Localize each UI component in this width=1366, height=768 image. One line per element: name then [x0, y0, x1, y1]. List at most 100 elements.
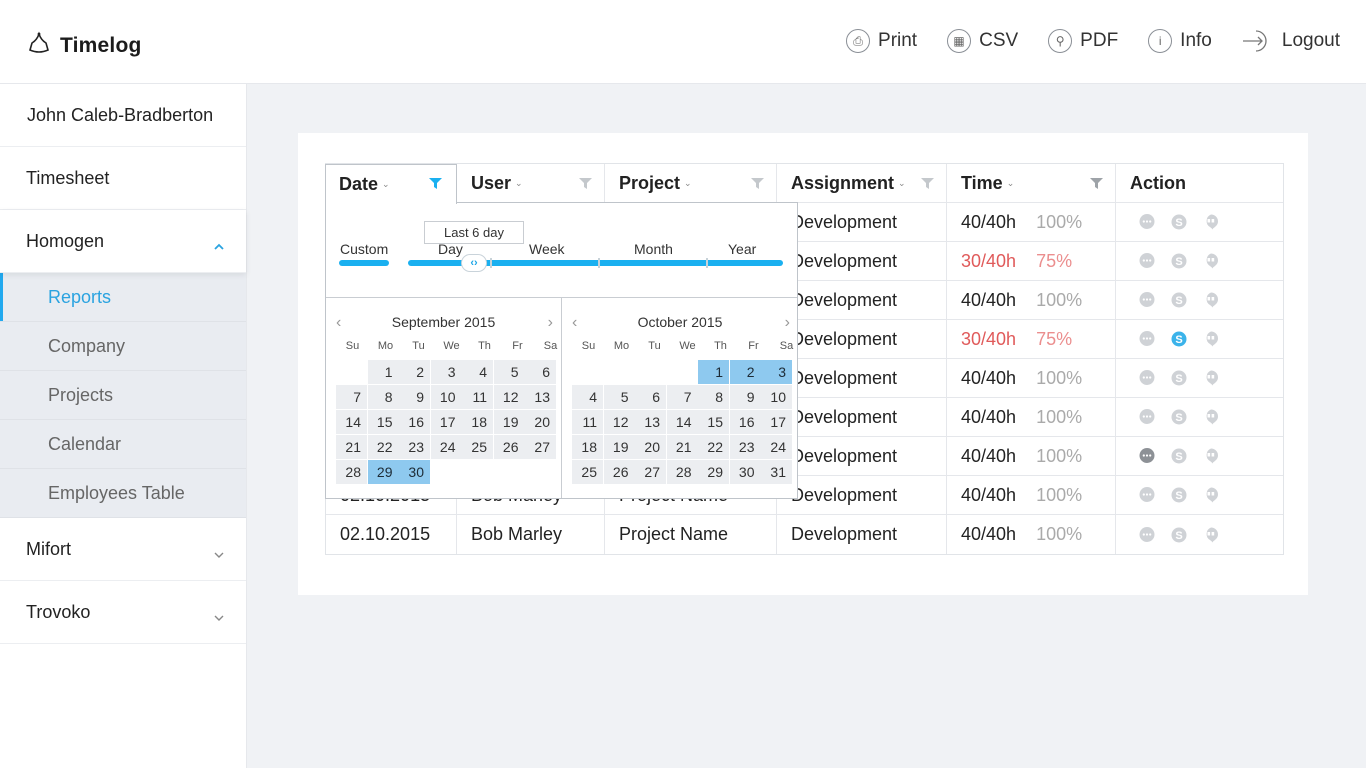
hangouts-icon[interactable]	[1202, 408, 1220, 426]
range-label-day[interactable]: Day	[438, 241, 463, 257]
hangouts-icon[interactable]	[1202, 291, 1220, 309]
calendar-day[interactable]: 23	[399, 435, 430, 459]
calendar-day[interactable]: 27	[635, 460, 666, 484]
calendar-day[interactable]: 1	[367, 360, 399, 384]
chat-icon[interactable]	[1138, 486, 1156, 504]
skype-icon[interactable]: S	[1170, 486, 1188, 504]
calendar-day[interactable]: 20	[525, 410, 556, 434]
column-header-assignment[interactable]: Assignment ⌄	[777, 164, 947, 202]
calendar-day[interactable]: 18	[572, 435, 603, 459]
skype-icon[interactable]: S	[1170, 213, 1188, 231]
calendar-day[interactable]: 13	[525, 385, 556, 409]
chat-icon[interactable]	[1138, 213, 1156, 231]
calendar-day[interactable]: 7	[666, 385, 698, 409]
calendar-day[interactable]: 20	[635, 435, 666, 459]
hangouts-icon[interactable]	[1202, 330, 1220, 348]
hangouts-icon[interactable]	[1202, 213, 1220, 231]
calendar-day[interactable]: 6	[525, 360, 556, 384]
next-month-icon[interactable]: ›	[548, 314, 553, 332]
calendar-day[interactable]: 11	[572, 410, 603, 434]
hangouts-icon[interactable]	[1202, 369, 1220, 387]
sidebar-item-mifort[interactable]: Mifort	[0, 518, 246, 581]
sidebar-item-company[interactable]: Company	[0, 322, 246, 371]
calendar-day[interactable]: 10	[430, 385, 462, 409]
calendar-day[interactable]: 2	[729, 360, 761, 384]
calendar-day[interactable]: 27	[525, 435, 556, 459]
calendar-day[interactable]: 16	[729, 410, 761, 434]
calendar-day[interactable]: 21	[666, 435, 698, 459]
chat-icon[interactable]	[1138, 330, 1156, 348]
hangouts-icon[interactable]	[1202, 486, 1220, 504]
calendar-day[interactable]: 15	[367, 410, 399, 434]
calendar-day[interactable]: 1	[698, 360, 729, 384]
chat-icon[interactable]	[1138, 252, 1156, 270]
sidebar-item-homogen[interactable]: Homogen	[0, 210, 246, 273]
range-label-custom[interactable]: Custom	[340, 241, 388, 257]
chat-icon[interactable]	[1138, 369, 1156, 387]
range-label-year[interactable]: Year	[728, 241, 756, 257]
calendar-day[interactable]: 4	[572, 385, 603, 409]
sidebar-item-projects[interactable]: Projects	[0, 371, 246, 420]
sidebar-user-name[interactable]: John Caleb-Bradberton	[0, 84, 246, 147]
filter-icon[interactable]	[751, 177, 764, 190]
chat-icon[interactable]	[1138, 408, 1156, 426]
calendar-day[interactable]: 4	[462, 360, 493, 384]
calendar-day[interactable]: 5	[493, 360, 525, 384]
calendar-day[interactable]: 22	[698, 435, 729, 459]
info-button[interactable]: i Info	[1148, 28, 1212, 54]
calendar-day[interactable]: 22	[367, 435, 399, 459]
calendar-day[interactable]: 12	[493, 385, 525, 409]
calendar-day[interactable]: 11	[462, 385, 493, 409]
calendar-day[interactable]: 15	[698, 410, 729, 434]
skype-icon[interactable]: S	[1170, 330, 1188, 348]
calendar-day[interactable]: 29	[698, 460, 729, 484]
slider-handle[interactable]: ‹›	[461, 254, 487, 272]
column-header-date-active[interactable]: Date ⌄	[325, 164, 457, 204]
calendar-day[interactable]: 9	[729, 385, 761, 409]
calendar-day[interactable]: 10	[761, 385, 792, 409]
chat-icon[interactable]	[1138, 291, 1156, 309]
calendar-day[interactable]: 17	[761, 410, 792, 434]
sidebar-item-calendar[interactable]: Calendar	[0, 420, 246, 469]
calendar-day[interactable]: 7	[336, 385, 367, 409]
calendar-day[interactable]: 2	[399, 360, 430, 384]
calendar-day[interactable]: 26	[493, 435, 525, 459]
app-logo[interactable]: Timelog	[26, 30, 142, 61]
calendar-day[interactable]: 9	[399, 385, 430, 409]
skype-icon[interactable]: S	[1170, 252, 1188, 270]
calendar-day[interactable]: 24	[430, 435, 462, 459]
calendar-day[interactable]: 18	[462, 410, 493, 434]
range-label-month[interactable]: Month	[634, 241, 673, 257]
calendar-day[interactable]: 26	[603, 460, 635, 484]
skype-icon[interactable]: S	[1170, 408, 1188, 426]
calendar-day[interactable]: 16	[399, 410, 430, 434]
skype-icon[interactable]: S	[1170, 447, 1188, 465]
sidebar-item-reports[interactable]: Reports	[0, 273, 246, 322]
calendar-day[interactable]: 19	[493, 410, 525, 434]
csv-button[interactable]: ▦ CSV	[947, 28, 1018, 54]
filter-icon[interactable]	[579, 177, 592, 190]
skype-icon[interactable]: S	[1170, 291, 1188, 309]
calendar-day[interactable]: 17	[430, 410, 462, 434]
calendar-day[interactable]: 25	[462, 435, 493, 459]
calendar-day[interactable]: 8	[698, 385, 729, 409]
calendar-day[interactable]: 14	[666, 410, 698, 434]
calendar-day[interactable]: 5	[603, 385, 635, 409]
calendar-day[interactable]: 3	[761, 360, 792, 384]
calendar-day[interactable]: 19	[603, 435, 635, 459]
calendar-day[interactable]: 14	[336, 410, 367, 434]
range-label-week[interactable]: Week	[529, 241, 565, 257]
chat-icon[interactable]	[1138, 447, 1156, 465]
calendar-day[interactable]: 25	[572, 460, 603, 484]
filter-active-icon[interactable]	[429, 177, 442, 190]
hangouts-icon[interactable]	[1202, 252, 1220, 270]
calendar-day[interactable]: 6	[635, 385, 666, 409]
calendar-day[interactable]: 24	[761, 435, 792, 459]
calendar-day[interactable]: 3	[430, 360, 462, 384]
skype-icon[interactable]: S	[1170, 369, 1188, 387]
pdf-button[interactable]: ⚲ PDF	[1048, 28, 1118, 54]
next-month-icon[interactable]: ›	[785, 314, 790, 332]
logout-button[interactable]: Logout	[1242, 28, 1340, 54]
hangouts-icon[interactable]	[1202, 447, 1220, 465]
calendar-day[interactable]: 31	[761, 460, 792, 484]
